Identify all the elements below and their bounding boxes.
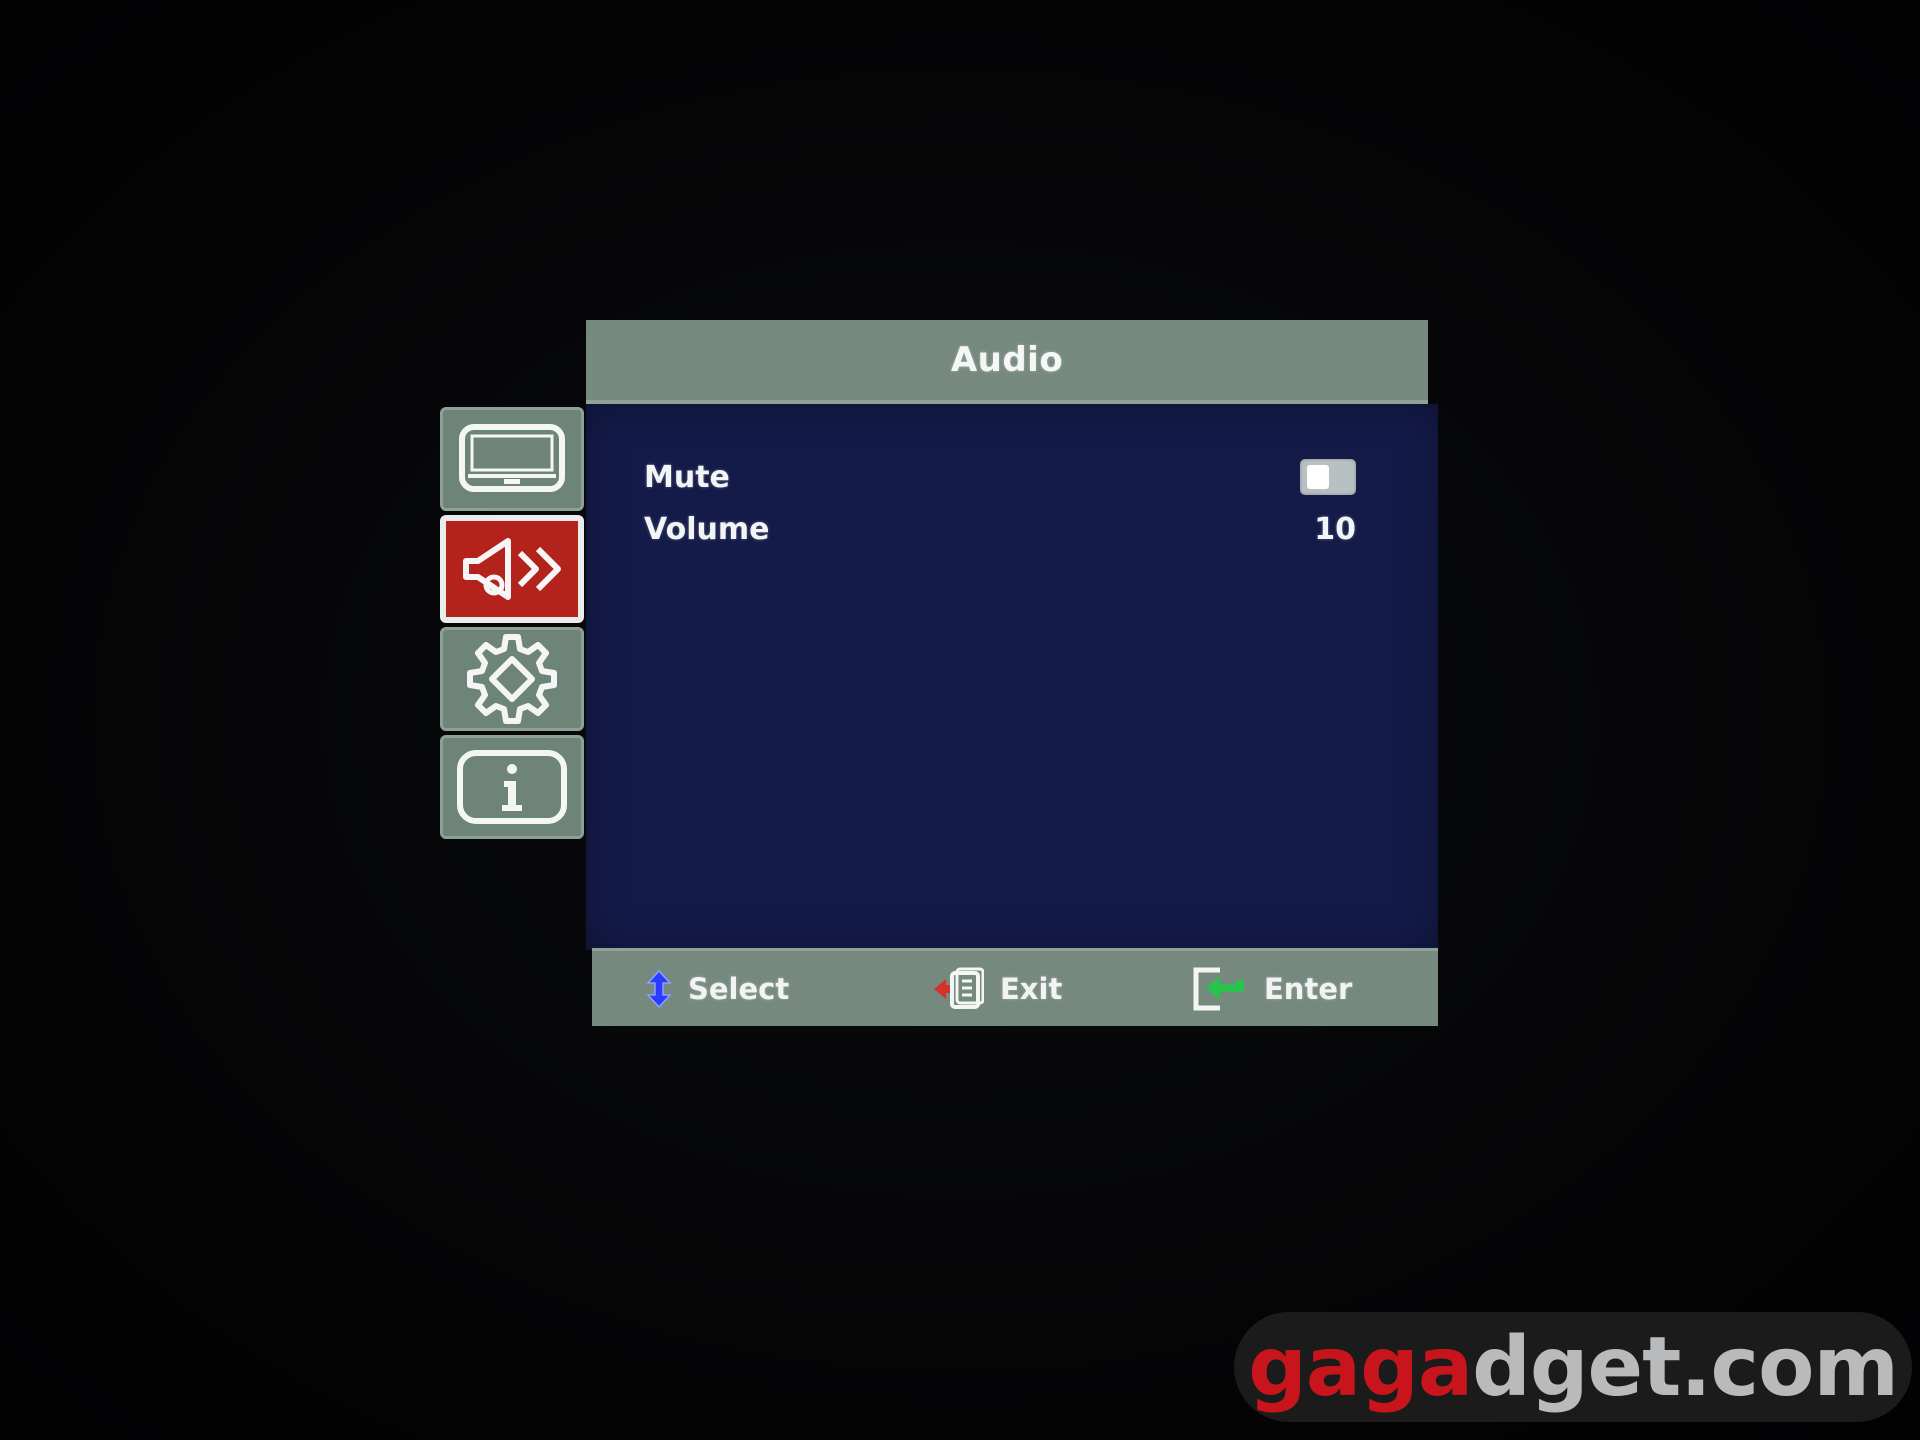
osd-menu-body: Mute Volume 10 — [586, 404, 1438, 950]
display-icon — [459, 424, 565, 492]
menu-item-mute[interactable]: Mute — [644, 452, 1356, 502]
osd-menu-window: Audio Mute Volume 10 Select Exit Enter — [586, 320, 1438, 1026]
volume-value: 10 — [1314, 511, 1356, 547]
menu-item-label: Volume — [644, 511, 770, 547]
hint-enter-label: Enter — [1264, 971, 1353, 1006]
up-down-arrow-icon — [646, 969, 672, 1008]
tab-audio[interactable] — [440, 515, 584, 623]
hint-enter: Enter — [1192, 951, 1352, 1026]
toggle-knob — [1307, 465, 1329, 489]
hint-exit-label: Exit — [1000, 971, 1063, 1006]
gagadget-watermark-logo: ga ga dget.com — [1234, 1312, 1912, 1422]
info-icon — [457, 750, 567, 824]
tab-information[interactable] — [440, 735, 584, 839]
tab-settings[interactable] — [440, 627, 584, 731]
menu-item-label: Mute — [644, 459, 730, 495]
speaker-icon — [463, 538, 561, 600]
projector-screen: Audio Mute Volume 10 Select Exit Enter g… — [0, 0, 1920, 1440]
enter-icon — [1193, 967, 1244, 1010]
osd-hint-bar: Select Exit Enter — [592, 948, 1438, 1026]
hint-select-label: Select — [688, 971, 790, 1006]
hint-select: Select — [646, 951, 789, 1026]
hint-exit: Exit — [932, 951, 1062, 1026]
tab-display[interactable] — [440, 407, 584, 511]
menu-item-volume[interactable]: Volume 10 — [644, 504, 1356, 554]
osd-title-bar: Audio — [586, 320, 1428, 404]
exit-menu-icon — [934, 967, 984, 1009]
mute-toggle[interactable] — [1300, 459, 1356, 495]
page-title: Audio — [950, 340, 1064, 380]
gear-icon — [467, 634, 557, 724]
